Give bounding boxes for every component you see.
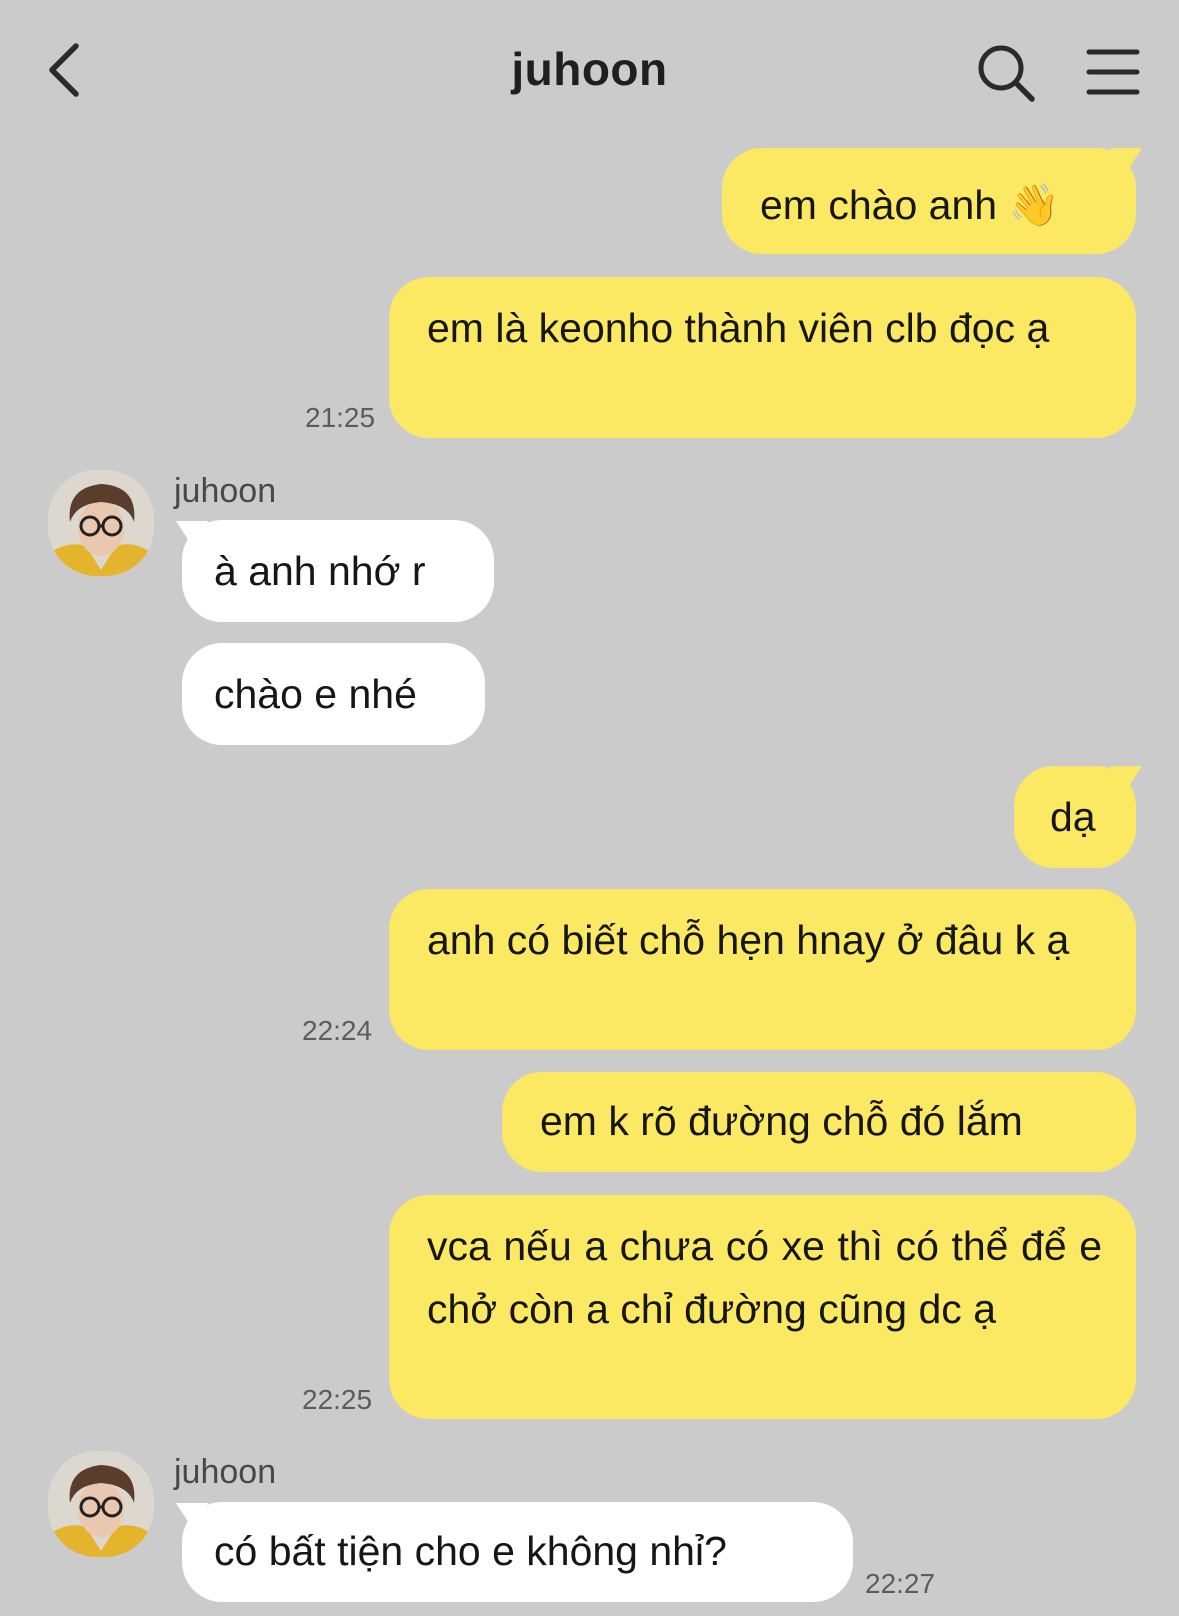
avatar[interactable] xyxy=(48,1451,154,1557)
message-bubble-sent[interactable]: em k rõ đường chỗ đó lắm xyxy=(502,1072,1136,1172)
chat-header: juhoon xyxy=(0,0,1179,140)
bubble-tail xyxy=(1110,148,1142,176)
message-bubble-sent[interactable]: em là keonho thành viên clb đọc ạ xyxy=(389,277,1136,438)
sender-name: juhoon xyxy=(174,472,277,510)
profile-photo xyxy=(48,1451,154,1557)
avatar[interactable] xyxy=(48,470,154,576)
message-bubble-sent[interactable]: em chào anh 👋 xyxy=(722,148,1136,254)
profile-photo xyxy=(48,470,154,576)
message-timestamp: 21:25 xyxy=(305,402,376,433)
bubble-tail xyxy=(1110,766,1142,794)
message-bubble-received[interactable]: chào e nhé xyxy=(182,643,485,745)
message-bubble-received[interactable]: à anh nhớ r xyxy=(182,520,494,622)
message-bubble-sent[interactable]: anh có biết chỗ hẹn hnay ở đâu k ạ xyxy=(389,889,1136,1050)
message-bubble-sent[interactable]: vca nếu a chưa có xe thì có thể để e chở… xyxy=(389,1195,1136,1419)
message-bubble-received[interactable]: có bất tiện cho e không nhỉ? xyxy=(182,1502,853,1602)
message-timestamp: 22:25 xyxy=(302,1384,373,1415)
sender-name: juhoon xyxy=(174,1453,277,1491)
search-icon[interactable] xyxy=(975,42,1037,104)
message-timestamp: 22:24 xyxy=(302,1015,373,1046)
menu-icon[interactable] xyxy=(1086,46,1140,98)
message-timestamp: 22:27 xyxy=(865,1568,936,1599)
